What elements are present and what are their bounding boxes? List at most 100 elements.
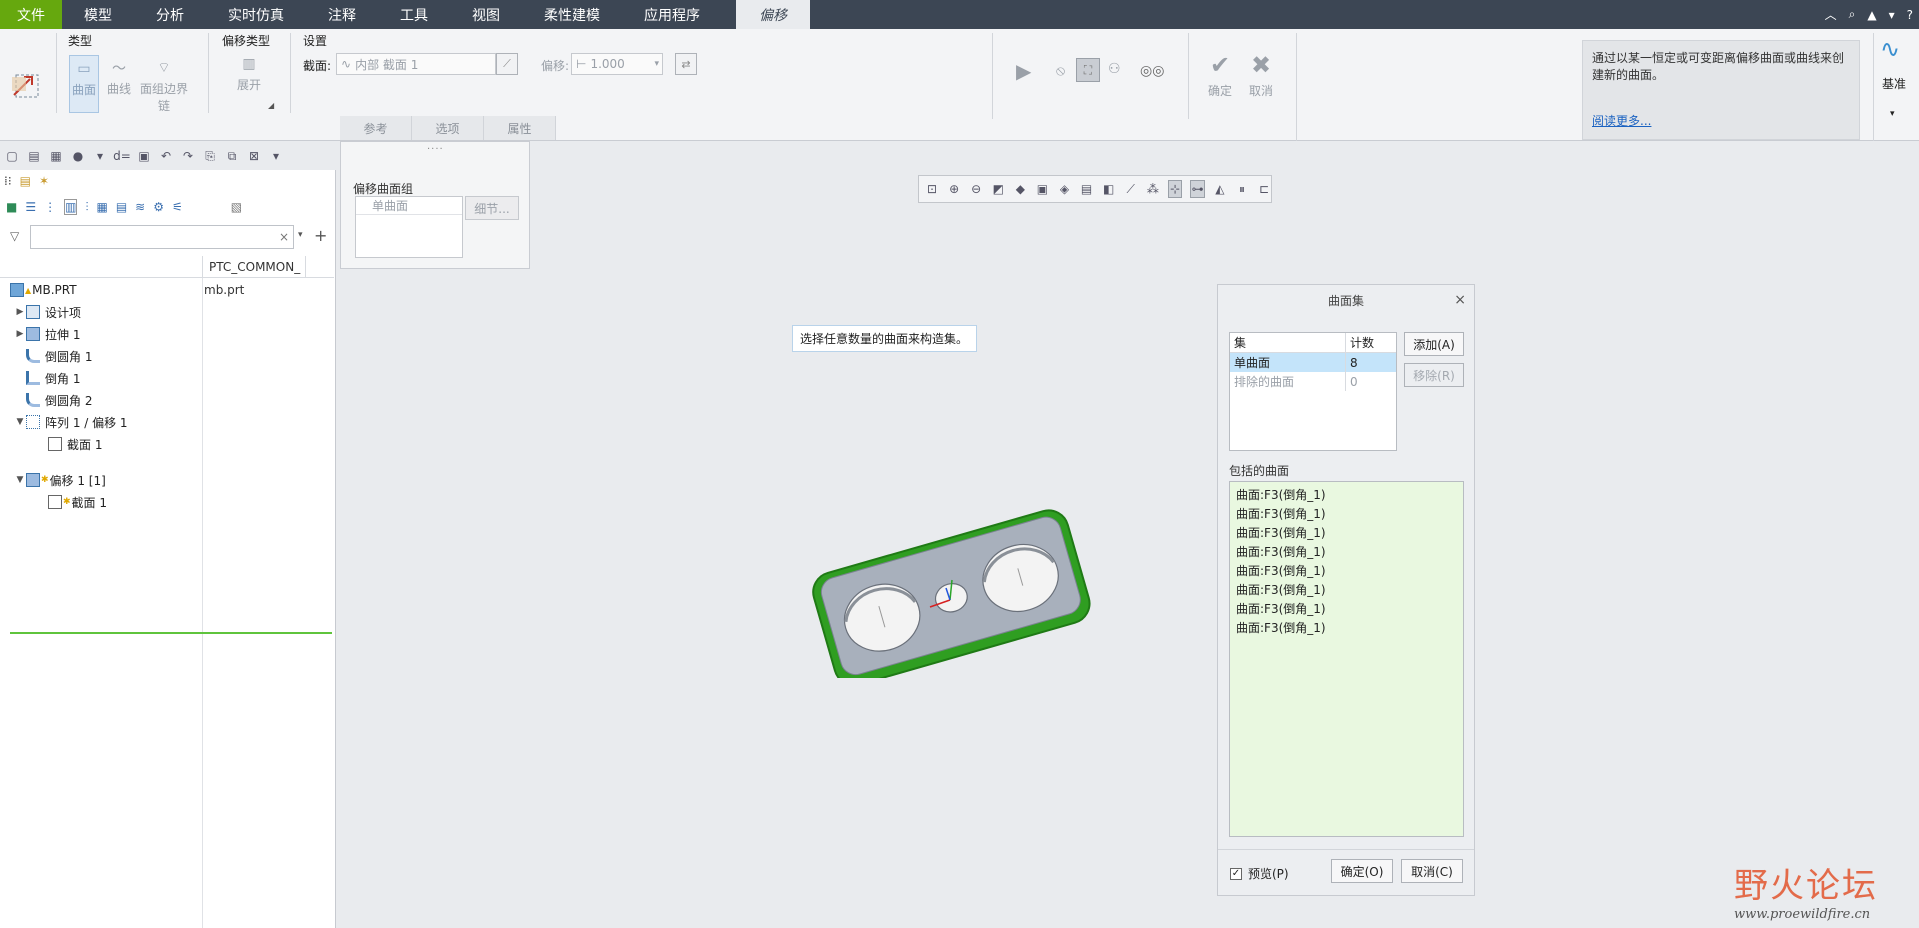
favorites-tab-icon[interactable]: ✶ — [39, 174, 49, 188]
table-row[interactable]: 单曲面 8 — [1230, 353, 1396, 372]
tab-flexible-modeling[interactable]: 柔性建模 — [522, 0, 622, 29]
tree-report-icon[interactable]: ▧ — [231, 200, 242, 214]
table-row[interactable]: 排除的曲面 0 — [1230, 372, 1396, 391]
offset-value-field[interactable]: ⊢ 1.000 ▾ — [571, 53, 663, 75]
tree-row-round-1[interactable]: 倒圆角 1 — [26, 346, 92, 366]
redo-icon[interactable]: ↷ — [180, 148, 196, 164]
confirm-button[interactable]: ✔ 确定 — [1208, 51, 1232, 99]
verify-glasses-icon[interactable]: ◎◎ — [1140, 63, 1164, 79]
tree-row-extrude[interactable]: ▶ 拉伸 1 — [14, 324, 80, 344]
close-icon[interactable]: × — [1454, 292, 1466, 308]
list-item[interactable]: 曲面:F3(倒角_1) — [1230, 600, 1463, 619]
ptc-common-column-header[interactable]: PTC_COMMON_ — [202, 256, 306, 278]
column-divider[interactable] — [202, 278, 203, 928]
collapse-arrow-icon[interactable]: ▼ — [14, 475, 26, 485]
clear-search-icon[interactable]: × — [279, 230, 289, 244]
cancel-dialog-button[interactable]: 取消(C) — [1401, 859, 1463, 883]
tab-model[interactable]: 模型 — [62, 0, 134, 29]
tree-row-offset-1[interactable]: ▼ ✱ 偏移 1 [1] — [14, 470, 106, 490]
tab-properties[interactable]: 属性 — [484, 116, 556, 140]
tree-row-design-items[interactable]: ▶ 设计项 — [14, 302, 81, 322]
search-options-dropdown-icon[interactable]: ▾ — [298, 230, 303, 240]
expand-arrow-icon[interactable]: ▶ — [14, 329, 26, 339]
collapse-ribbon-icon[interactable]: ︿ — [1825, 6, 1837, 23]
list-item[interactable]: 曲面:F3(倒角_1) — [1230, 562, 1463, 581]
list-item[interactable]: 曲面:F3(倒角_1) — [1230, 524, 1463, 543]
datum-label[interactable]: 基准 — [1882, 75, 1906, 92]
tree-row-pattern[interactable]: ▼ 阵列 1 / 偏移 1 — [14, 412, 128, 432]
print-icon[interactable]: ▦ — [48, 148, 64, 164]
list-item[interactable]: 曲面:F3(倒角_1) — [1230, 619, 1463, 638]
datum-curve-icon[interactable]: ∿ — [1880, 35, 1900, 63]
tree-row-root[interactable]: ▲ MB.PRT — [10, 280, 77, 300]
datum-dropdown-icon[interactable]: ▾ — [1890, 109, 1895, 119]
model-graphics[interactable] — [800, 508, 1100, 687]
windows-icon[interactable]: ⧉ — [224, 148, 240, 164]
expand-all-icon[interactable]: ☰ — [25, 200, 36, 214]
saved-orientations-icon[interactable]: ▣ — [1035, 180, 1049, 198]
single-surface-entry[interactable]: 单曲面 — [356, 197, 462, 215]
tree-row-offset-section[interactable]: ✱ 截面 1 — [48, 492, 107, 512]
tree-row-round-2[interactable]: 倒圆角 2 — [26, 390, 92, 410]
ok-button[interactable]: 确定(O) — [1331, 859, 1393, 883]
tab-view[interactable]: 视图 — [450, 0, 522, 29]
close-window-icon[interactable]: ⊠ — [246, 148, 262, 164]
details-button[interactable]: 细节... — [465, 196, 519, 220]
clip-icon[interactable]: ⊏ — [1257, 180, 1271, 198]
customize-toolbar-icon[interactable]: ▾ — [268, 148, 284, 164]
tab-applications[interactable]: 应用程序 — [622, 0, 722, 29]
section-field[interactable]: ∿ 内部 截面 1 — [336, 53, 496, 75]
resume-play-icon[interactable]: ▶ — [1016, 59, 1031, 83]
refit-icon[interactable]: ⊡ — [925, 180, 939, 198]
list-item[interactable]: 曲面:F3(倒角_1) — [1230, 543, 1463, 562]
tab-options[interactable]: 选项 — [412, 116, 484, 140]
tab-offset[interactable]: 偏移 — [736, 0, 810, 29]
remove-button[interactable]: 移除(R) — [1404, 363, 1464, 387]
cancel-button[interactable]: ✖ 取消 — [1249, 51, 1273, 99]
tree-display-icon[interactable]: ⚟ — [172, 200, 183, 214]
graduation-cap-icon[interactable]: ▲ — [1867, 8, 1876, 22]
hidden-line-icon[interactable]: ◭ — [1213, 180, 1227, 198]
tree-search-input[interactable]: × — [30, 225, 294, 249]
panel-grip-handle[interactable]: ···· — [427, 144, 444, 155]
model-tree-tab-icon[interactable]: ⁞⁝ — [4, 174, 12, 188]
open-folder-icon[interactable]: ▤ — [26, 148, 42, 164]
tree-columns-icon[interactable]: ▦ — [96, 200, 107, 214]
tree-filter-icon[interactable]: ⫶ — [85, 200, 88, 215]
group-launcher-icon[interactable]: ◢ — [268, 101, 274, 110]
feature-preview-icon[interactable]: ⚇ — [1108, 61, 1121, 77]
spin-center-icon[interactable]: ⊹ — [1167, 180, 1183, 198]
collapse-arrow-icon[interactable]: ▼ — [14, 417, 26, 427]
zoom-in-icon[interactable]: ⊕ — [947, 180, 961, 198]
help-icon[interactable]: ? — [1907, 8, 1913, 22]
chevron-down-icon[interactable]: ▾ — [92, 148, 108, 164]
layer-tree-icon[interactable]: ▤ — [116, 200, 127, 214]
pause-animation-icon[interactable]: ⏸ — [1235, 180, 1249, 198]
dropdown-icon[interactable]: ▾ — [1889, 8, 1895, 22]
list-item[interactable]: 曲面:F3(倒角_1) — [1230, 505, 1463, 524]
zoom-out-icon[interactable]: ⊖ — [969, 180, 983, 198]
preview-checkbox-row[interactable]: ✓ 预览(P) — [1230, 865, 1289, 882]
show-tree-icon[interactable]: ▥ — [64, 199, 78, 215]
repaint-icon[interactable]: ◩ — [991, 180, 1005, 198]
tab-references[interactable]: 参考 — [340, 116, 412, 140]
offset-flip-button[interactable]: ⇄ — [675, 53, 697, 75]
list-item[interactable]: 曲面:F3(倒角_1) — [1230, 581, 1463, 600]
expand-arrow-icon[interactable]: ▶ — [14, 307, 26, 317]
datum-points-icon[interactable]: ⁂ — [1146, 180, 1160, 198]
add-button[interactable]: 添加(A) — [1404, 332, 1464, 356]
model-cube-icon[interactable]: ■ — [6, 200, 17, 214]
regenerate-icon[interactable]: ⎘ — [202, 148, 218, 164]
layers-icon[interactable]: ≋ — [135, 200, 145, 214]
read-more-link[interactable]: 阅读更多... — [1592, 113, 1651, 130]
dialog-title[interactable]: 曲面集 — [1218, 285, 1474, 315]
tab-file[interactable]: 文件 — [0, 0, 62, 29]
annotation-display-icon[interactable]: ⊶ — [1190, 180, 1205, 198]
tree-row-chamfer-1[interactable]: 倒角 1 — [26, 368, 80, 388]
section-define-button[interactable]: ⟋ — [496, 53, 518, 75]
tree-settings-icon[interactable]: ⚙ — [153, 200, 164, 214]
chevron-down-icon[interactable]: ▾ — [654, 59, 659, 69]
tab-tools[interactable]: 工具 — [378, 0, 450, 29]
filter-funnel-icon[interactable]: ▽ — [10, 229, 19, 243]
relations-icon[interactable]: d= — [113, 148, 131, 164]
